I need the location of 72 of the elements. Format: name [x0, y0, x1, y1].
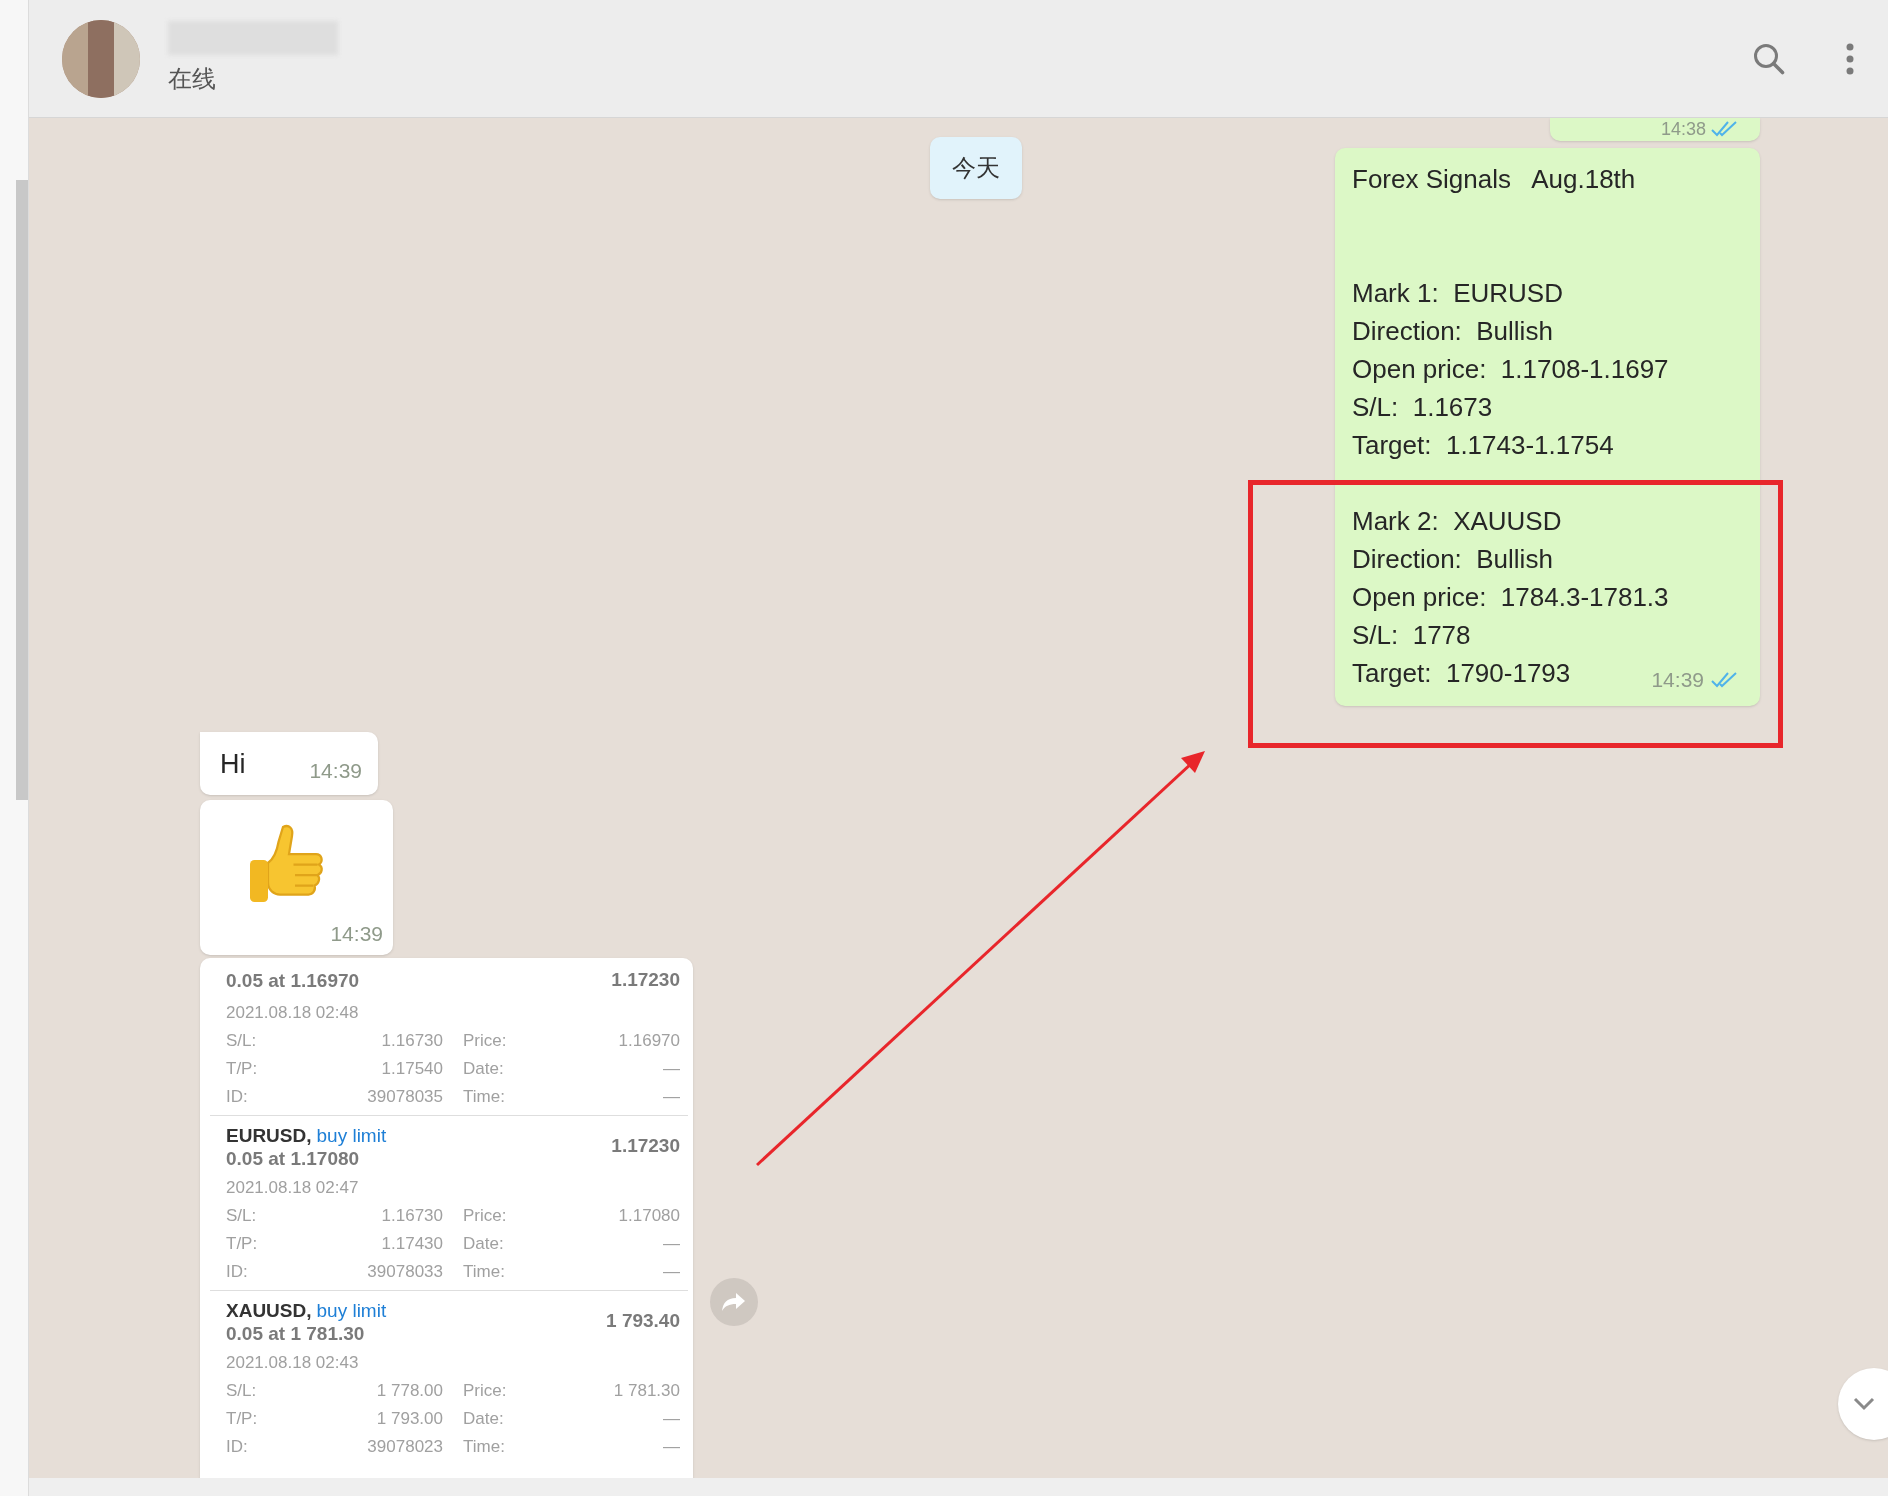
field-label: Price:	[463, 1204, 507, 1227]
field-value: 1 778.00	[376, 1379, 443, 1402]
order-date: 2021.08.18 02:43	[226, 1351, 360, 1374]
message-time: 14:39	[1651, 667, 1704, 694]
order-amount: 0.05 at 1.17080	[226, 1146, 361, 1170]
avatar[interactable]	[62, 19, 140, 98]
message-text: Hi	[220, 747, 246, 781]
message-line: Open price: 1784.3-1781.3	[1352, 580, 1669, 614]
field-value: —	[663, 1232, 680, 1255]
message-line: Direction: Bullish	[1352, 314, 1553, 348]
field-value: 1.16970	[618, 1029, 680, 1052]
order-date: 2021.08.18 02:48	[226, 1001, 360, 1024]
message-line: Direction: Bullish	[1352, 542, 1553, 576]
field-value: —	[663, 1407, 680, 1430]
field-value: —	[663, 1435, 680, 1458]
message-line: Open price: 1.1708-1.1697	[1352, 352, 1669, 386]
field-label: Date:	[463, 1232, 504, 1255]
order-amount: 0.05 at 1.16970	[226, 968, 360, 992]
order-type: buy limit	[316, 1298, 387, 1322]
field-value: 39078033	[367, 1260, 443, 1283]
field-label: Time:	[463, 1085, 505, 1108]
field-label: ID:	[226, 1435, 248, 1458]
order-current-price: 1.17230	[611, 968, 680, 992]
order-symbol: XAUUSD,	[226, 1298, 312, 1322]
field-value: —	[663, 1057, 680, 1080]
field-label: S/L:	[226, 1029, 257, 1052]
message-line: Mark 1: EURUSD	[1352, 276, 1563, 310]
scrollbar[interactable]	[16, 180, 28, 800]
message-line: Mark 2: XAUUSD	[1352, 504, 1562, 538]
date-chip: 今天	[930, 137, 1022, 199]
field-value: 1 781.30	[613, 1379, 680, 1402]
field-value: 39078035	[367, 1085, 443, 1108]
field-label: ID:	[226, 1085, 248, 1108]
field-value: 39078023	[367, 1435, 443, 1458]
order-symbol: EURUSD,	[226, 1123, 312, 1147]
order-amount: 0.05 at 1 781.30	[226, 1321, 366, 1345]
message-time: 14:38	[1660, 120, 1706, 139]
field-value: 1.17080	[618, 1204, 680, 1227]
field-label: T/P:	[226, 1057, 258, 1080]
field-value: —	[663, 1260, 680, 1283]
order-current-price: 1.17230	[611, 1134, 680, 1159]
field-value: 1 793.00	[376, 1407, 443, 1430]
field-value: 1.17430	[381, 1232, 443, 1255]
field-label: Date:	[463, 1057, 504, 1080]
message-line: Target: 1790-1793	[1352, 656, 1571, 690]
order-date: 2021.08.18 02:47	[226, 1176, 360, 1199]
message-time: 14:39	[309, 758, 362, 784]
field-label: ID:	[226, 1260, 248, 1283]
message-line: Target: 1.1743-1.1754	[1352, 428, 1614, 462]
chevron-down-icon	[1852, 1396, 1876, 1412]
field-value: —	[663, 1085, 680, 1108]
message-heading: Forex Signals Aug.18th	[1351, 162, 1637, 196]
message-line: S/L: 1.1673	[1352, 390, 1493, 424]
forward-arrow-icon	[721, 1291, 747, 1313]
field-value: 1.16730	[381, 1029, 443, 1052]
field-value: 1.17540	[381, 1057, 443, 1080]
field-label: Price:	[463, 1029, 507, 1052]
field-label: Date:	[463, 1407, 504, 1430]
field-label: S/L:	[226, 1204, 257, 1227]
menu-icon[interactable]	[1845, 41, 1855, 76]
message-line: S/L: 1778	[1352, 618, 1471, 652]
field-label: Time:	[463, 1260, 505, 1283]
contact-status: 在线	[168, 63, 217, 94]
order-type: buy limit	[316, 1123, 387, 1147]
field-label: T/P:	[226, 1232, 258, 1255]
field-label: Time:	[463, 1435, 505, 1458]
field-label: T/P:	[226, 1407, 258, 1430]
message-time: 14:39	[330, 920, 383, 947]
order-current-price: 1 793.40	[606, 1309, 680, 1334]
field-label: S/L:	[226, 1379, 257, 1402]
field-value: 1.16730	[381, 1204, 443, 1227]
field-label: Price:	[463, 1379, 507, 1402]
